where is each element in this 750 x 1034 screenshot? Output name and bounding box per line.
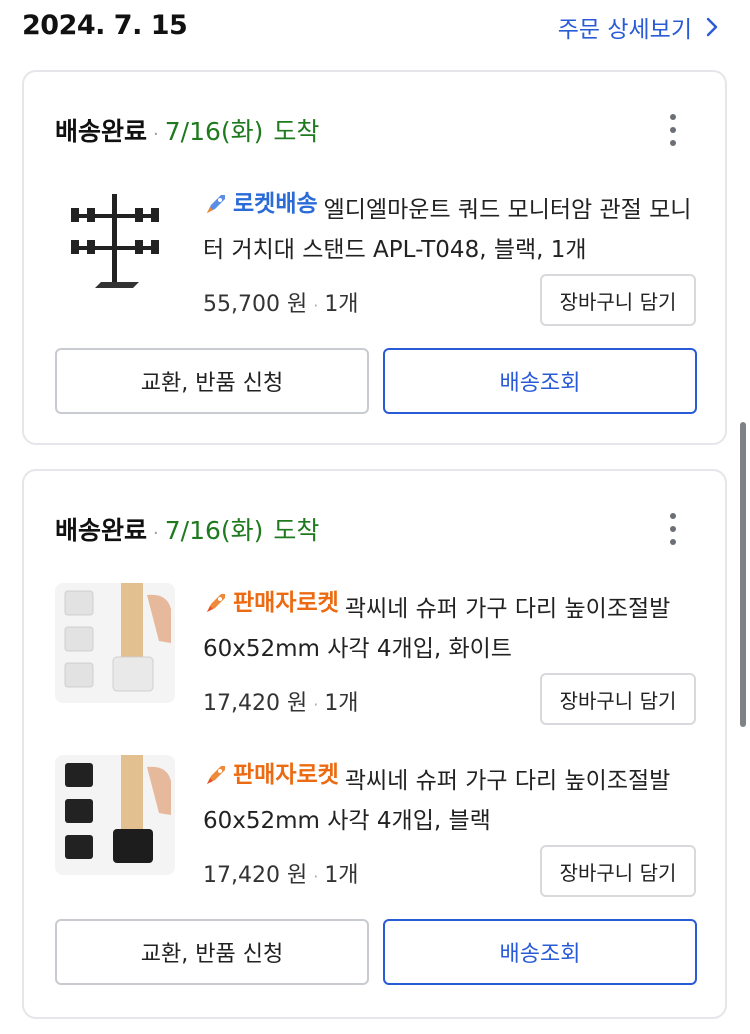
- white-leg-caps-image[interactable]: [55, 583, 175, 703]
- item-price-row: 55,700 원 · 1개: [203, 286, 359, 318]
- order-item: 판매자로켓 곽씨네 슈퍼 가구 다리 높이조절발 60x52mm 사각 4개입,…: [24, 755, 729, 897]
- arrival-info: 7/16(화) 도착: [165, 511, 320, 547]
- order-item: 판매자로켓 곽씨네 슈퍼 가구 다리 높이조절발 60x52mm 사각 4개입,…: [24, 583, 729, 725]
- status-separator: ·: [153, 124, 159, 145]
- item-price: 55,700 원: [203, 292, 308, 317]
- price-separator: ·: [313, 695, 319, 714]
- item-price-row: 17,420 원 · 1개: [203, 857, 359, 889]
- delivery-status: 배송완료 · 7/16(화) 도착: [55, 511, 319, 547]
- delivery-status: 배송완료 · 7/16(화) 도착: [55, 112, 319, 148]
- item-title[interactable]: 로켓배송 엘디엘마운트 쿼드 모니터암 관절 모니터 거치대 스탠드 APL-T…: [203, 184, 703, 270]
- black-leg-caps-image[interactable]: [55, 755, 175, 875]
- order-header: 2024. 7. 15 주문 상세보기: [0, 0, 750, 56]
- arrival-date: 7/16(화): [164, 117, 264, 146]
- arrival-word: 도착: [273, 117, 320, 146]
- add-to-cart-button[interactable]: 장바구니 담기: [540, 673, 696, 725]
- badge-label: 로켓배송: [233, 191, 318, 217]
- order-card: 배송완료 · 7/16(화) 도착 판매자로켓 곽씨네 슈퍼 가구 다리 높이조절…: [22, 469, 727, 1019]
- item-title[interactable]: 판매자로켓 곽씨네 슈퍼 가구 다리 높이조절발 60x52mm 사각 4개입,…: [203, 583, 703, 669]
- more-options-icon[interactable]: [661, 110, 685, 150]
- arrival-info: 7/16(화) 도착: [165, 112, 320, 148]
- seller-rocket-badge: 판매자로켓: [203, 755, 339, 795]
- status-separator: ·: [153, 523, 159, 544]
- arrival-date: 7/16(화): [164, 516, 264, 545]
- status-label: 배송완료: [55, 516, 148, 545]
- item-title[interactable]: 판매자로켓 곽씨네 슈퍼 가구 다리 높이조절발 60x52mm 사각 4개입,…: [203, 755, 703, 841]
- add-to-cart-button[interactable]: 장바구니 담기: [540, 274, 696, 326]
- return-request-button[interactable]: 교환, 반품 신청: [55, 919, 369, 985]
- rocket-icon: [207, 766, 225, 784]
- price-separator: ·: [313, 296, 319, 315]
- return-request-button[interactable]: 교환, 반품 신청: [55, 348, 369, 414]
- order-item: 로켓배송 엘디엘마운트 쿼드 모니터암 관절 모니터 거치대 스탠드 APL-T…: [24, 184, 729, 326]
- track-delivery-button[interactable]: 배송조회: [383, 919, 697, 985]
- order-detail-label: 주문 상세보기: [557, 17, 692, 43]
- scrollbar-thumb[interactable]: [740, 422, 746, 727]
- track-delivery-button[interactable]: 배송조회: [383, 348, 697, 414]
- item-price: 17,420 원: [203, 691, 308, 716]
- monitor-arm-stand-image[interactable]: [55, 184, 175, 304]
- item-quantity: 1개: [324, 292, 359, 317]
- price-separator: ·: [313, 867, 319, 886]
- add-to-cart-button[interactable]: 장바구니 담기: [540, 845, 696, 897]
- badge-label: 판매자로켓: [233, 762, 339, 788]
- item-quantity: 1개: [324, 863, 359, 888]
- rocket-icon: [207, 594, 225, 612]
- badge-label: 판매자로켓: [233, 590, 339, 616]
- rocket-icon: [207, 195, 225, 213]
- chevron-right-icon: [706, 17, 718, 37]
- item-price: 17,420 원: [203, 863, 308, 888]
- rocket-delivery-badge: 로켓배송: [203, 184, 318, 224]
- item-price-row: 17,420 원 · 1개: [203, 685, 359, 717]
- more-options-icon[interactable]: [661, 509, 685, 549]
- order-detail-link[interactable]: 주문 상세보기: [558, 10, 718, 44]
- arrival-word: 도착: [273, 516, 320, 545]
- item-quantity: 1개: [324, 691, 359, 716]
- status-label: 배송완료: [55, 117, 148, 146]
- order-date: 2024. 7. 15: [22, 10, 188, 41]
- order-card: 배송완료 · 7/16(화) 도착 로켓배송 엘디엘마운트 쿼드 모니터암 관절…: [22, 70, 727, 445]
- seller-rocket-badge: 판매자로켓: [203, 583, 339, 623]
